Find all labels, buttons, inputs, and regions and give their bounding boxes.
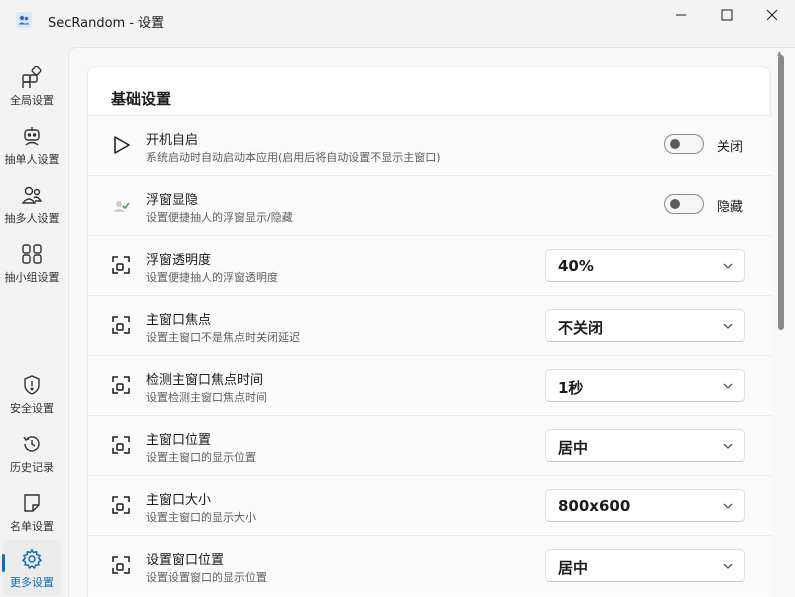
setting-row-focus-check-time: 检测主窗口焦点时间 设置检测主窗口焦点时间 1秒 xyxy=(88,355,772,415)
window-title: SecRandom - 设置 xyxy=(48,16,165,31)
resize-icon xyxy=(110,434,132,456)
play-icon xyxy=(110,134,132,156)
close-button[interactable] xyxy=(749,0,795,30)
gear-icon xyxy=(20,547,44,571)
chevron-down-icon xyxy=(723,323,733,329)
setting-description: 设置检测主窗口焦点时间 xyxy=(146,391,267,404)
setting-description: 设置便捷抽人的浮窗透明度 xyxy=(146,271,278,284)
setting-description: 设置主窗口的显示大小 xyxy=(146,511,256,524)
toggle-state-label: 关闭 xyxy=(717,140,744,155)
setting-description: 设置主窗口的显示位置 xyxy=(146,451,256,464)
setting-description: 设置设置窗口的显示位置 xyxy=(146,571,267,584)
setting-row-float-window: 浮窗显隐 设置便捷抽人的浮窗显示/隐藏 隐藏 xyxy=(88,175,772,235)
minimize-icon xyxy=(676,14,686,16)
setting-title: 主窗口大小 xyxy=(146,493,212,508)
app-logo-icon xyxy=(16,12,32,28)
setting-title: 主窗口焦点 xyxy=(146,313,212,328)
chevron-down-icon xyxy=(723,443,733,449)
float-opacity-select[interactable]: 40% xyxy=(545,249,745,282)
chevron-down-icon xyxy=(723,503,733,509)
sidebar-item-roster[interactable]: 名单设置 xyxy=(2,484,62,540)
note-icon xyxy=(20,491,44,515)
close-icon xyxy=(766,9,778,21)
setting-title: 开机自启 xyxy=(146,133,199,148)
sidebar-nav: 全局设置 抽单人设置 抽多人设置 抽小组设置 安全设置 历史记录 名单设置 更多… xyxy=(0,50,64,597)
sidebar-item-history[interactable]: 历史记录 xyxy=(2,425,62,481)
basic-settings-card: 基础设置 开机自启 系统启动时自动启动本应用(启用后将自动设置不显示主窗口) 关… xyxy=(87,66,772,597)
setting-description: 系统启动时自动启动本应用(启用后将自动设置不显示主窗口) xyxy=(146,151,441,164)
sidebar-item-multi-draw[interactable]: 抽多人设置 xyxy=(2,176,62,232)
float-window-icon xyxy=(110,194,132,216)
select-value: 居中 xyxy=(558,439,589,457)
setting-row-auto-start: 开机自启 系统启动时自动启动本应用(启用后将自动设置不显示主窗口) 关闭 xyxy=(88,115,772,175)
sidebar-item-single-draw[interactable]: 抽单人设置 xyxy=(2,117,62,173)
resize-icon xyxy=(110,374,132,396)
float-window-toggle[interactable] xyxy=(664,194,704,214)
settings-position-select[interactable]: 居中 xyxy=(545,549,745,582)
active-indicator xyxy=(2,554,5,572)
main-position-select[interactable]: 居中 xyxy=(545,429,745,462)
setting-row-settings-position: 设置窗口位置 设置设置窗口的显示位置 居中 xyxy=(88,535,772,595)
setting-description: 设置主窗口不是焦点时关闭延迟 xyxy=(146,331,300,344)
setting-title: 浮窗显隐 xyxy=(146,193,199,208)
toggle-state-label: 隐藏 xyxy=(717,200,744,215)
sidebar-item-label: 抽小组设置 xyxy=(4,270,60,284)
resize-icon xyxy=(110,314,132,336)
select-value: 不关闭 xyxy=(558,319,604,337)
resize-icon xyxy=(110,494,132,516)
sidebar-item-label: 抽单人设置 xyxy=(4,152,60,166)
card-title: 基础设置 xyxy=(111,90,172,108)
select-value: 40% xyxy=(558,257,594,275)
setting-row-main-size: 主窗口大小 设置主窗口的显示大小 800x600 xyxy=(88,475,772,535)
sidebar-item-label: 抽多人设置 xyxy=(4,211,60,225)
chevron-down-icon xyxy=(723,563,733,569)
setting-title: 设置窗口位置 xyxy=(146,553,225,568)
focus-check-time-select[interactable]: 1秒 xyxy=(545,369,745,402)
select-value: 1秒 xyxy=(558,379,584,397)
resize-icon xyxy=(110,254,132,276)
people-icon xyxy=(20,183,44,207)
vertical-scrollbar-thumb[interactable] xyxy=(778,55,784,330)
sidebar-item-label: 安全设置 xyxy=(10,401,54,415)
setting-row-main-focus: 主窗口焦点 设置主窗口不是焦点时关闭延迟 不关闭 xyxy=(88,295,772,355)
setting-title: 浮窗透明度 xyxy=(146,253,212,268)
chevron-down-icon xyxy=(723,383,733,389)
setting-title: 检测主窗口焦点时间 xyxy=(146,373,264,388)
select-value: 800x600 xyxy=(558,497,631,515)
maximize-button[interactable] xyxy=(704,0,750,30)
apps-icon xyxy=(20,65,44,89)
sidebar-item-global-settings[interactable]: 全局设置 xyxy=(2,58,62,114)
setting-row-float-opacity: 浮窗透明度 设置便捷抽人的浮窗透明度 40% xyxy=(88,235,772,295)
setting-title: 主窗口位置 xyxy=(146,433,212,448)
shield-icon xyxy=(20,373,44,397)
setting-description: 设置便捷抽人的浮窗显示/隐藏 xyxy=(146,211,293,224)
group-icon xyxy=(20,242,44,266)
resize-icon xyxy=(110,554,132,576)
bot-icon xyxy=(20,124,44,148)
chevron-down-icon xyxy=(723,263,733,269)
sidebar-item-label: 名单设置 xyxy=(10,519,54,533)
settings-content: 基础设置 开机自启 系统启动时自动启动本应用(启用后将自动设置不显示主窗口) 关… xyxy=(68,47,795,597)
title-bar: SecRandom - 设置 xyxy=(0,0,795,40)
minimize-button[interactable] xyxy=(658,0,704,30)
history-icon xyxy=(20,432,44,456)
sidebar-item-label: 历史记录 xyxy=(10,460,54,474)
sidebar-item-group-draw[interactable]: 抽小组设置 xyxy=(2,235,62,291)
main-size-select[interactable]: 800x600 xyxy=(545,489,745,522)
maximize-icon xyxy=(721,9,733,21)
setting-row-main-position: 主窗口位置 设置主窗口的显示位置 居中 xyxy=(88,415,772,475)
main-focus-select[interactable]: 不关闭 xyxy=(545,309,745,342)
select-value: 居中 xyxy=(558,559,589,577)
auto-start-toggle[interactable] xyxy=(664,134,704,154)
sidebar-item-label: 更多设置 xyxy=(10,575,54,589)
sidebar-item-security[interactable]: 安全设置 xyxy=(2,366,62,422)
sidebar-item-more-settings[interactable]: 更多设置 xyxy=(2,540,62,596)
sidebar-item-label: 全局设置 xyxy=(10,93,54,107)
